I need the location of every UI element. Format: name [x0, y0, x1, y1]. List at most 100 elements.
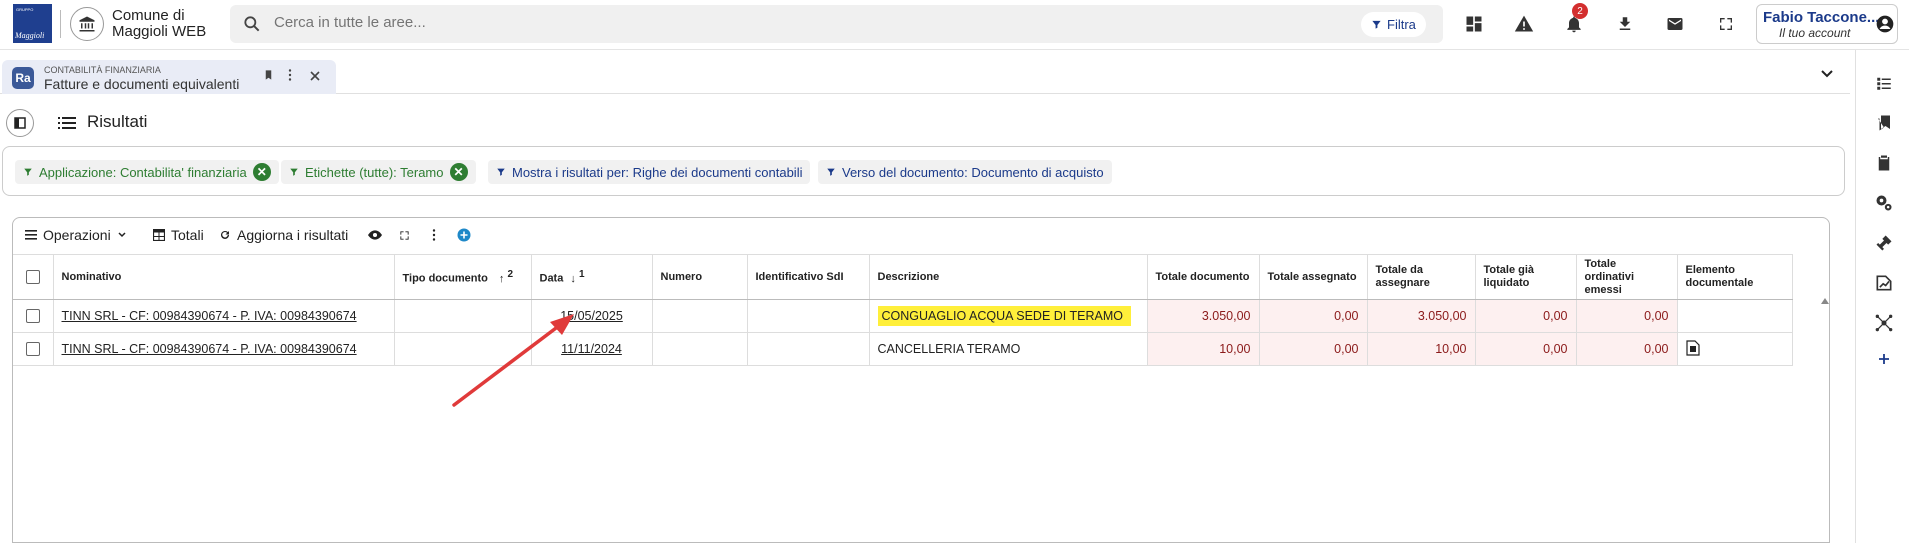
- nominativo-cell[interactable]: TINN SRL - CF: 00984390674 - P. IVA: 009…: [53, 332, 395, 366]
- chevron-down-icon[interactable]: [1820, 66, 1834, 84]
- filter-chip-mostra-risultati[interactable]: Mostra i risultati per: Righe dei docume…: [488, 160, 811, 184]
- logo-text: Maggioli: [15, 31, 45, 40]
- plugin-icon[interactable]: [1873, 232, 1895, 254]
- add-circle-icon[interactable]: [457, 224, 471, 246]
- fullscreen-icon[interactable]: [1714, 12, 1738, 36]
- column-header-label: Totale già liquidato: [1483, 264, 1535, 289]
- filter-chip-label: Applicazione: Contabilita' finanziaria: [39, 164, 247, 180]
- column-header-label: Descrizione: [877, 270, 940, 283]
- add-icon[interactable]: [1873, 348, 1895, 370]
- gears-icon[interactable]: [1873, 192, 1895, 214]
- row-checkbox[interactable]: [25, 309, 40, 324]
- remove-filter-icon[interactable]: ✕: [252, 163, 271, 181]
- account-button[interactable]: Fabio Taccone... Il tuo account: [1756, 4, 1898, 44]
- results-table: Nominativo Tipo documento ↑ 2 Data ↓ 1 N…: [13, 254, 1793, 366]
- totals-button[interactable]: Totali: [153, 224, 204, 246]
- totals-label: Totali: [171, 227, 204, 243]
- nominativo-cell[interactable]: TINN SRL - CF: 00984390674 - P. IVA: 009…: [53, 299, 395, 333]
- refresh-results-button[interactable]: Aggiorna i risultati: [219, 224, 348, 246]
- totale-documento-cell: 3.050,00: [1147, 299, 1260, 333]
- column-header-label: Totale da assegnare: [1375, 264, 1430, 289]
- list-icon: [58, 116, 76, 135]
- sort-desc-icon: ↓: [570, 272, 576, 285]
- sort-order: 2: [507, 269, 514, 281]
- totale-liquidato-cell: 0,00: [1475, 299, 1577, 333]
- elemento-documentale-cell: [1677, 299, 1793, 333]
- table-row[interactable]: TINN SRL - CF: 00984390674 - P. IVA: 009…: [13, 299, 1793, 333]
- remove-filter-icon[interactable]: ✕: [449, 163, 468, 181]
- column-header-descrizione[interactable]: Descrizione: [869, 254, 1148, 300]
- table-header-row: Nominativo Tipo documento ↑ 2 Data ↓ 1 N…: [13, 254, 1793, 300]
- column-header-totale-documento[interactable]: Totale documento: [1147, 254, 1260, 300]
- scrollbar-up-arrow[interactable]: [1821, 298, 1829, 304]
- document-icon[interactable]: [1685, 339, 1700, 356]
- filter-icon: [24, 168, 32, 176]
- filter-chip-etichette[interactable]: Etichette (tutte): Teramo ✕: [281, 160, 476, 184]
- column-header-identificativo-sdi[interactable]: Identificativo SdI: [747, 254, 870, 300]
- nominativo-link[interactable]: TINN SRL - CF: 00984390674 - P. IVA: 009…: [62, 342, 357, 356]
- row-checkbox[interactable]: [25, 342, 40, 357]
- dashboard-icon[interactable]: [1462, 12, 1486, 36]
- download-icon[interactable]: [1613, 12, 1637, 36]
- more-vert-icon[interactable]: [288, 69, 292, 84]
- column-header-totale-assegnato[interactable]: Totale assegnato: [1259, 254, 1368, 300]
- visibility-icon[interactable]: [368, 224, 382, 246]
- tab-strip: Ra CONTABILITÀ FINANZIARIA Fatture e doc…: [0, 58, 1850, 94]
- column-header-data[interactable]: Data ↓ 1: [531, 254, 653, 300]
- filter-icon: [827, 168, 835, 176]
- account-name: Fabio Taccone...: [1763, 9, 1880, 26]
- filter-icon: [497, 168, 505, 176]
- filter-chip-label: Etichette (tutte): Teramo: [305, 164, 444, 180]
- municipality-icon[interactable]: [70, 7, 104, 41]
- operations-menu-button[interactable]: Operazioni: [25, 224, 127, 246]
- sdi-cell: [747, 332, 870, 366]
- maggioli-logo[interactable]: GRUPPO Maggioli: [13, 4, 52, 43]
- filter-button[interactable]: Filtra: [1361, 12, 1426, 37]
- column-header-elemento-documentale[interactable]: Elemento documentale: [1677, 254, 1793, 300]
- filter-icon: [290, 168, 298, 176]
- warning-icon[interactable]: [1512, 12, 1536, 36]
- nominativo-link[interactable]: TINN SRL - CF: 00984390674 - P. IVA: 009…: [62, 309, 357, 323]
- select-all-checkbox[interactable]: [25, 270, 40, 284]
- column-header-nominativo[interactable]: Nominativo: [53, 254, 395, 300]
- column-header-totale-da-assegnare[interactable]: Totale da assegnare: [1367, 254, 1476, 300]
- more-vert-icon[interactable]: [432, 224, 436, 246]
- filter-button-label: Filtra: [1387, 17, 1416, 32]
- row-select-cell: [13, 332, 54, 366]
- annotation-arrow: [452, 314, 574, 407]
- descrizione-cell: CANCELLERIA TERAMO: [869, 332, 1148, 366]
- report-icon[interactable]: [1873, 272, 1895, 294]
- clipboard-icon[interactable]: [1873, 152, 1895, 174]
- column-header-numero[interactable]: Numero: [652, 254, 748, 300]
- totale-ordinativi-cell: 0,00: [1576, 332, 1678, 366]
- elemento-documentale-cell[interactable]: [1677, 332, 1793, 366]
- column-header-tipo-documento[interactable]: Tipo documento ↑ 2: [394, 254, 532, 300]
- close-icon[interactable]: [310, 69, 320, 84]
- top-bar: GRUPPO Maggioli Comune di Maggioli WEB F…: [0, 0, 1909, 50]
- column-header-label: Identificativo SdI: [755, 270, 844, 283]
- column-header-totale-liquidato[interactable]: Totale già liquidato: [1475, 254, 1577, 300]
- panel-toggle-button[interactable]: [6, 109, 34, 137]
- operations-label: Operazioni: [43, 227, 111, 243]
- search-icon: [242, 14, 262, 39]
- filter-chip-verso-documento[interactable]: Verso del documento: Documento di acquis…: [818, 160, 1112, 184]
- network-icon[interactable]: [1873, 312, 1895, 334]
- checklist-icon[interactable]: [1873, 72, 1895, 94]
- bookmark-icon[interactable]: [263, 69, 274, 84]
- totale-ordinativi-cell: 0,00: [1576, 299, 1678, 333]
- grid-toolbar: Operazioni Totali Aggiorna i risultati: [13, 218, 1829, 253]
- highlighted-description: CONGUAGLIO ACQUA SEDE DI TERAMO: [877, 306, 1131, 326]
- filter-icon: [1372, 20, 1381, 29]
- expand-icon[interactable]: [399, 224, 410, 246]
- tab-fatture[interactable]: Ra CONTABILITÀ FINANZIARIA Fatture e doc…: [2, 60, 336, 94]
- mail-icon[interactable]: [1663, 12, 1687, 36]
- descrizione-cell: CONGUAGLIO ACQUA SEDE DI TERAMO: [869, 299, 1148, 333]
- table-row[interactable]: TINN SRL - CF: 00984390674 - P. IVA: 009…: [13, 332, 1793, 366]
- column-header-totale-ordinativi[interactable]: Totale ordinativi emessi: [1576, 254, 1678, 300]
- column-header-label: Nominativo: [61, 270, 122, 283]
- filter-chip-applicazione[interactable]: Applicazione: Contabilita' finanziaria ✕: [15, 160, 279, 184]
- totale-assegnato-cell: 0,00: [1259, 299, 1368, 333]
- logo-top-text: GRUPPO: [16, 7, 34, 12]
- search-input[interactable]: [274, 14, 1074, 31]
- bookmarks-icon[interactable]: [1873, 112, 1895, 134]
